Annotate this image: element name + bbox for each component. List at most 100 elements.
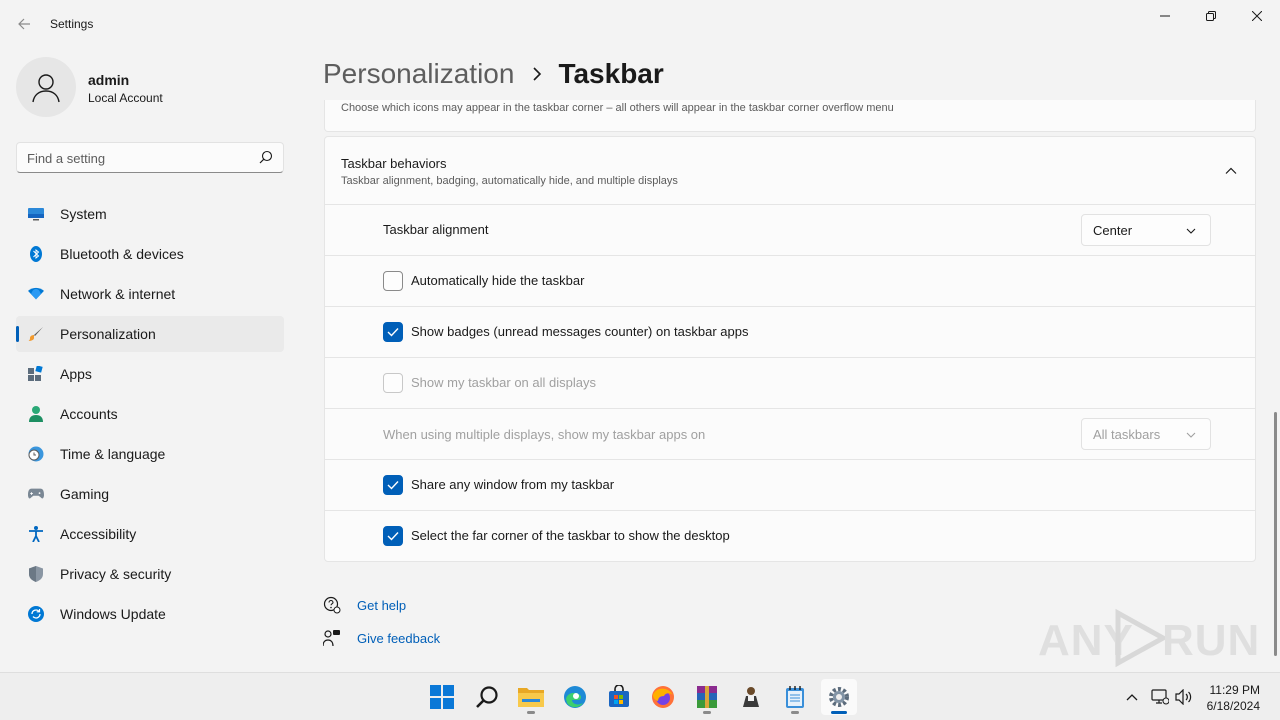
- sidebar-item-network[interactable]: Network & internet: [16, 276, 284, 312]
- badges-row: Show badges (unread messages counter) on…: [325, 307, 1255, 358]
- firefox-button[interactable]: [645, 679, 681, 715]
- winrar-icon: [697, 686, 717, 708]
- apps-icon: [28, 366, 44, 382]
- checkmark-icon: [387, 532, 399, 541]
- user-profile[interactable]: admin Local Account: [16, 57, 276, 117]
- start-icon: [430, 685, 454, 709]
- badges-label[interactable]: Show badges (unread messages counter) on…: [411, 324, 748, 339]
- corner-overflow-card[interactable]: Choose which icons may appear in the tas…: [324, 100, 1256, 132]
- taskbar-search-button[interactable]: [469, 679, 505, 715]
- sidebar-item-accessibility[interactable]: Accessibility: [16, 516, 284, 552]
- back-arrow-icon: [18, 18, 30, 30]
- multi-display-value: All taskbars: [1093, 427, 1161, 442]
- notepad-button[interactable]: [777, 679, 813, 715]
- scrollbar[interactable]: [1274, 412, 1277, 656]
- badges-checkbox[interactable]: [383, 322, 403, 342]
- update-icon: [28, 606, 44, 622]
- start-button[interactable]: [424, 679, 460, 715]
- search-icon[interactable]: [259, 150, 273, 164]
- avatar: [16, 57, 76, 117]
- window-title: Settings: [50, 17, 94, 31]
- clock-date: 6/18/2024: [1206, 699, 1260, 713]
- help-icon: [323, 596, 341, 614]
- restore-icon: [1206, 11, 1216, 21]
- brush-icon: [28, 326, 44, 342]
- alignment-value: Center: [1093, 223, 1133, 238]
- share-window-row: Share any window from my taskbar: [325, 460, 1255, 511]
- corner-overflow-description: Choose which icons may appear in the tas…: [341, 102, 894, 114]
- breadcrumb-parent[interactable]: Personalization: [323, 58, 514, 90]
- play-logo-icon: [1115, 608, 1168, 668]
- auto-hide-label[interactable]: Automatically hide the taskbar: [411, 273, 584, 288]
- network-tray-button[interactable]: [1150, 687, 1170, 707]
- breadcrumb: Personalization Taskbar: [323, 58, 664, 90]
- page-title: Taskbar: [558, 58, 664, 89]
- title-bar: Settings: [0, 0, 1280, 48]
- share-window-label[interactable]: Share any window from my taskbar: [411, 477, 614, 492]
- store-button[interactable]: [601, 679, 637, 715]
- close-icon: [1252, 11, 1262, 21]
- search-box[interactable]: [16, 142, 284, 173]
- restore-button[interactable]: [1188, 0, 1234, 32]
- sidebar-item-bluetooth[interactable]: Bluetooth & devices: [16, 236, 284, 272]
- multi-display-dropdown[interactable]: All taskbars: [1081, 418, 1211, 450]
- far-corner-row: Select the far corner of the taskbar to …: [325, 511, 1255, 562]
- accessibility-icon: [28, 526, 44, 542]
- far-corner-checkbox[interactable]: [383, 526, 403, 546]
- volume-icon: [1175, 689, 1192, 705]
- person-app-button[interactable]: [733, 679, 769, 715]
- sidebar-item-privacy-security[interactable]: Privacy & security: [16, 556, 284, 592]
- volume-tray-button[interactable]: [1174, 687, 1194, 707]
- taskbar-alignment-row: Taskbar alignment Center: [325, 205, 1255, 256]
- sidebar-item-apps[interactable]: Apps: [16, 356, 284, 392]
- tray-overflow-button[interactable]: [1122, 687, 1142, 707]
- shield-icon: [28, 566, 44, 582]
- chevron-up-icon: [1126, 694, 1138, 701]
- network-icon: [1151, 689, 1169, 705]
- share-window-checkbox[interactable]: [383, 475, 403, 495]
- far-corner-label[interactable]: Select the far corner of the taskbar to …: [411, 528, 730, 543]
- behaviors-description: Taskbar alignment, badging, automaticall…: [341, 175, 678, 187]
- minimize-icon: [1160, 15, 1170, 17]
- chevron-down-icon: [1186, 432, 1196, 438]
- behaviors-title: Taskbar behaviors: [341, 156, 447, 171]
- sidebar-nav: System Bluetooth & devices Network & int…: [16, 196, 284, 636]
- taskbar: 11:29 PM 6/18/2024: [0, 672, 1280, 720]
- bluetooth-icon: [28, 246, 44, 262]
- sidebar-item-personalization[interactable]: Personalization: [16, 316, 284, 352]
- sidebar-item-time-language[interactable]: Time & language: [16, 436, 284, 472]
- person-icon: [28, 406, 44, 422]
- sidebar-item-gaming[interactable]: Gaming: [16, 476, 284, 512]
- taskbar-clock[interactable]: 11:29 PM 6/18/2024: [1207, 682, 1260, 714]
- edge-button[interactable]: [557, 679, 593, 715]
- file-explorer-button[interactable]: [513, 679, 549, 715]
- multi-display-row: When using multiple displays, show my ta…: [325, 409, 1255, 460]
- clock-globe-icon: [28, 446, 44, 462]
- feedback-icon: [323, 629, 341, 647]
- sidebar-item-windows-update[interactable]: Windows Update: [16, 596, 284, 632]
- minimize-button[interactable]: [1142, 0, 1188, 32]
- gamepad-icon: [28, 486, 44, 502]
- file-explorer-icon: [518, 688, 544, 707]
- get-help-link[interactable]: Get help: [323, 595, 406, 615]
- auto-hide-checkbox[interactable]: [383, 271, 403, 291]
- taskbar-behaviors-header[interactable]: Taskbar behaviors Taskbar alignment, bad…: [325, 137, 1255, 205]
- checkmark-icon: [387, 481, 399, 490]
- chevron-right-icon: [532, 67, 542, 81]
- settings-icon: [829, 687, 849, 707]
- person-app-icon: [743, 687, 759, 707]
- monitor-icon: [28, 206, 44, 222]
- chevron-up-icon[interactable]: [1225, 165, 1237, 177]
- give-feedback-link[interactable]: Give feedback: [323, 628, 440, 648]
- back-button[interactable]: [12, 12, 36, 36]
- settings-button[interactable]: [821, 679, 857, 715]
- sidebar-item-system[interactable]: System: [16, 196, 284, 232]
- alignment-dropdown[interactable]: Center: [1081, 214, 1211, 246]
- all-displays-row: Show my taskbar on all displays: [325, 358, 1255, 409]
- search-input[interactable]: [27, 148, 252, 168]
- all-displays-label[interactable]: Show my taskbar on all displays: [411, 375, 596, 390]
- winrar-button[interactable]: [689, 679, 725, 715]
- sidebar-item-accounts[interactable]: Accounts: [16, 396, 284, 432]
- close-button[interactable]: [1234, 0, 1280, 32]
- all-displays-checkbox[interactable]: [383, 373, 403, 393]
